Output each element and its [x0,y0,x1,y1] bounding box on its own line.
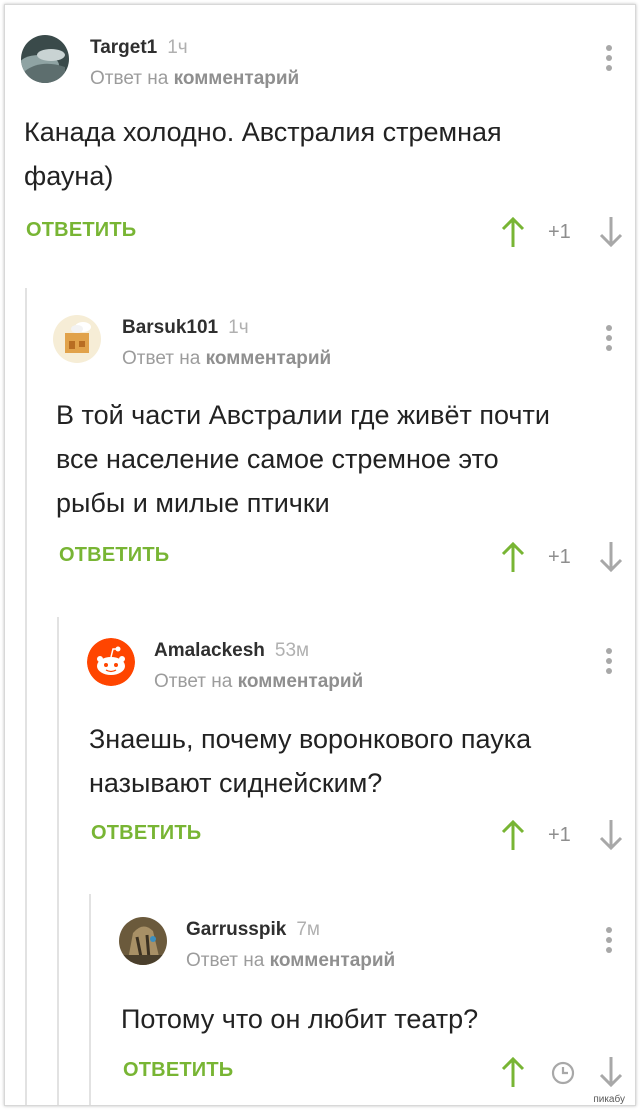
reply-button[interactable]: ОТВЕТИТЬ [123,1059,233,1082]
reply-to-label: Ответ на комментарий [122,348,332,369]
avatar[interactable] [119,917,167,965]
reply-to-link[interactable]: комментарий [206,348,332,369]
score: +1 [548,546,571,568]
username-link[interactable]: Barsuk101 1ч [122,317,249,339]
reply-to-link[interactable]: комментарий [174,68,300,89]
comment-time: 1ч [167,37,188,58]
avatar[interactable] [21,35,69,83]
username-link[interactable]: Amalackesh 53м [154,640,309,662]
clock-icon [551,1061,575,1085]
comment-time: 1ч [228,317,249,338]
comment-text: Знаешь, почему воронкового паука называю… [89,724,532,798]
comment-text: В той части Австралии где живёт почти вс… [56,400,550,518]
comment-text: Потому что он любит театр? [121,1004,479,1034]
comment-actions: ОТВЕТИТЬ +1 [59,540,629,574]
comment-time: 7м [296,919,320,940]
arrow-up-icon[interactable] [500,1055,526,1089]
kebab-menu-icon[interactable] [605,45,613,79]
username-link[interactable]: Target1 1ч [90,37,188,59]
reply-to-label: Ответ на комментарий [154,671,364,692]
reply-button[interactable]: ОТВЕТИТЬ [59,544,169,567]
score: +1 [548,824,571,846]
arrow-up-icon[interactable] [500,215,526,249]
avatar[interactable] [53,315,101,363]
reply-button[interactable]: ОТВЕТИТЬ [91,822,201,845]
avatar[interactable] [87,638,135,686]
reply-to-label: Ответ на комментарий [90,68,300,89]
arrow-down-icon[interactable] [598,1055,624,1089]
comment-thread-frame: Target1 1ч Ответ на комментарий Канада хо… [4,4,636,1106]
watermark: пикабу [593,1094,625,1105]
kebab-menu-icon[interactable] [605,927,613,961]
thread-line-level-1 [25,288,27,1105]
score: +1 [548,221,571,243]
arrow-down-icon[interactable] [598,540,624,574]
thread-line-level-2 [57,617,59,1105]
comment-actions: ОТВЕТИТЬ +1 [26,215,626,249]
username-link[interactable]: Garrusspik 7м [186,919,320,941]
arrow-up-icon[interactable] [500,818,526,852]
comment-actions: ОТВЕТИТЬ +1 [91,818,631,852]
reply-button[interactable]: ОТВЕТИТЬ [26,219,136,242]
kebab-menu-icon[interactable] [605,648,613,682]
reply-to-label: Ответ на комментарий [186,950,396,971]
arrow-down-icon[interactable] [598,818,624,852]
arrow-up-icon[interactable] [500,540,526,574]
kebab-menu-icon[interactable] [605,325,613,359]
comment-time: 53м [274,640,310,661]
thread-line-level-3 [89,894,91,1105]
reply-to-link[interactable]: комментарий [238,671,364,692]
comment-text: Канада холодно. Австралия стремная фауна… [24,117,502,191]
reply-to-link[interactable]: комментарий [270,950,396,971]
arrow-down-icon[interactable] [598,215,624,249]
comment-actions: ОТВЕТИТЬ [123,1055,628,1089]
